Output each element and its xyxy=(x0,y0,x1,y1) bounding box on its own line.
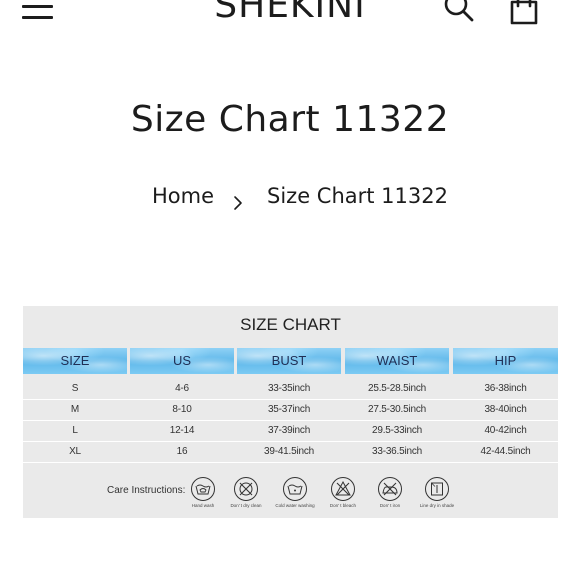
table-cell-waist: 33-36.5inch xyxy=(371,446,423,457)
size-chart-title: SIZE CHART xyxy=(240,315,341,334)
site-header: SHEKINI xyxy=(0,0,580,30)
table-cell-us: 8-10 xyxy=(172,404,192,415)
table-cell-size: L xyxy=(72,425,78,436)
table-cell-waist: 29.5-33inch xyxy=(371,425,423,436)
table-cell-hip: 40-42inch xyxy=(484,425,527,436)
breadcrumb: Home Size Chart 11322 xyxy=(0,180,580,212)
column-header-waist: WAIST xyxy=(345,348,449,374)
table-cell-size: S xyxy=(71,383,79,394)
table-cell-hip: 36-38inch xyxy=(484,383,527,394)
cold-water-washing-icon xyxy=(282,476,308,502)
table-cell-bust: 35-37inch xyxy=(267,404,311,415)
do-not-iron-icon xyxy=(377,476,403,502)
table-cell-us: 16 xyxy=(176,446,188,457)
table-cell-waist: 25.5-28.5inch xyxy=(367,383,426,394)
table-cell-hip: 42-44.5inch xyxy=(480,446,531,457)
column-header-size: SIZE xyxy=(23,348,127,374)
page-title: Size Chart 11322 xyxy=(130,99,450,140)
care-caption: Cold water washing xyxy=(275,503,315,508)
table-cell-hip: 38-40inch xyxy=(484,404,527,415)
care-caption: Don' t dry clean xyxy=(230,503,262,508)
do-not-bleach-icon xyxy=(330,476,356,502)
breadcrumb-current: Size Chart 11322 xyxy=(267,184,448,208)
do-not-dry-clean-icon xyxy=(233,476,259,502)
care-caption: Line dry in shade xyxy=(419,503,455,508)
care-caption: Don' t bleach xyxy=(329,503,357,508)
table-cell-us: 12-14 xyxy=(169,425,195,436)
table-cell-waist: 27.5-30.5inch xyxy=(367,404,426,415)
table-cell-size: M xyxy=(70,404,80,415)
site-logo[interactable]: SHEKINI xyxy=(0,0,580,26)
table-cell-size: XL xyxy=(69,446,81,457)
table-cell-bust: 33-35inch xyxy=(267,383,311,394)
table-row: S 4-6 33-35inch 25.5-28.5inch 36-38inch xyxy=(23,379,558,400)
chevron-right-icon xyxy=(231,188,245,210)
search-icon[interactable] xyxy=(441,0,477,26)
column-header-bust: BUST xyxy=(237,348,341,374)
column-header-hip: HIP xyxy=(453,348,558,374)
column-header-us: US xyxy=(130,348,234,374)
hand-wash-icon xyxy=(190,476,216,502)
size-chart-image: SIZE CHART SIZE US BUST WAIST HIP S 4-6 … xyxy=(23,306,558,518)
table-row: L 12-14 37-39inch 29.5-33inch 40-42inch xyxy=(23,421,558,442)
breadcrumb-home-link[interactable]: Home xyxy=(152,180,214,212)
table-row: XL 16 39-41.5inch 33-36.5inch 42-44.5inc… xyxy=(23,442,558,463)
table-row: M 8-10 35-37inch 27.5-30.5inch 38-40inch xyxy=(23,400,558,421)
table-cell-bust: 37-39inch xyxy=(267,425,311,436)
line-dry-in-shade-icon xyxy=(424,476,450,502)
table-cell-us: 4-6 xyxy=(175,383,189,394)
care-caption: Don' t iron xyxy=(379,503,401,508)
shopping-bag-icon[interactable] xyxy=(506,0,542,26)
table-cell-bust: 39-41.5inch xyxy=(263,446,315,457)
page: SHEKINI Size Chart 11322 Home Size Chart… xyxy=(0,0,580,580)
care-instructions-label: Care Instructions: xyxy=(107,485,186,496)
